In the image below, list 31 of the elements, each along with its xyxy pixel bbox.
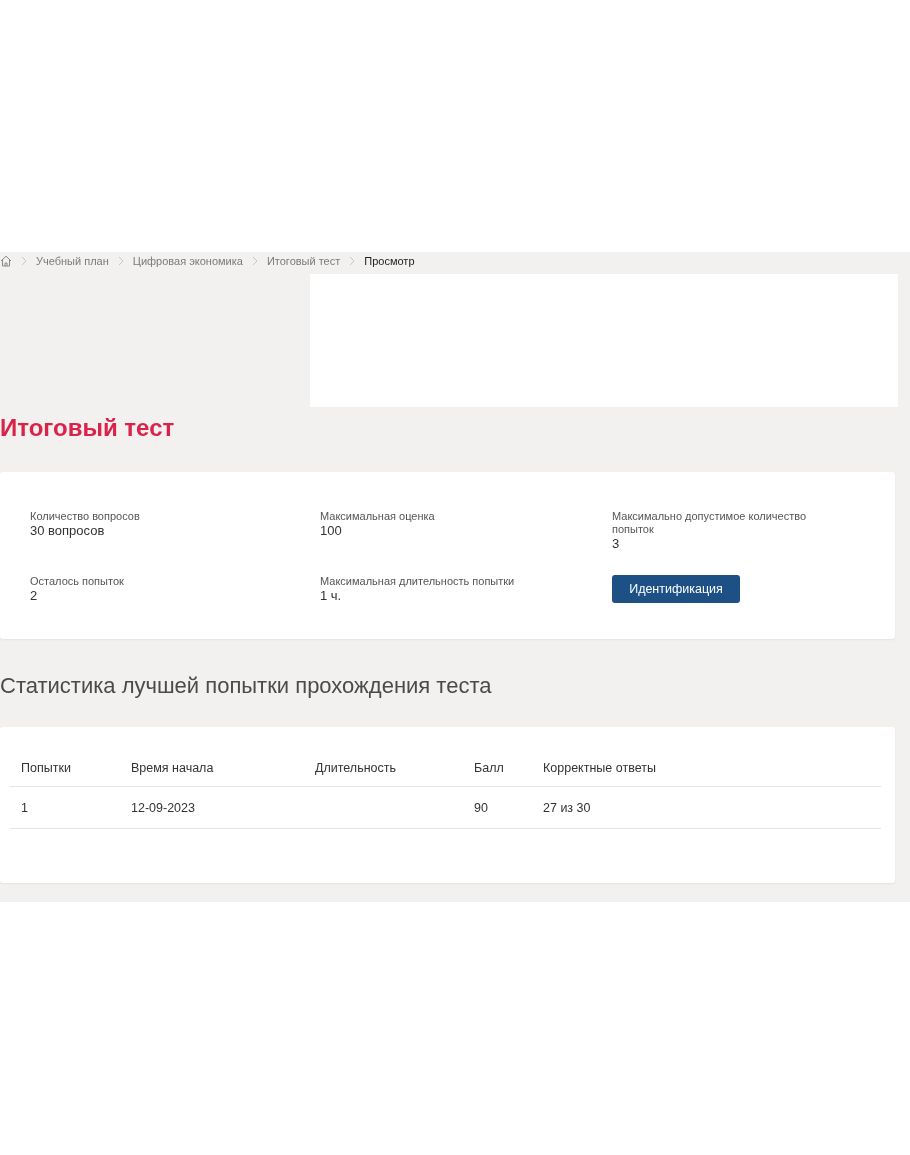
column-header: Корректные ответы — [532, 750, 881, 787]
table-cell: 90 — [463, 786, 532, 829]
field-value: 2 — [30, 588, 38, 604]
table-cell: 1 — [10, 786, 120, 829]
field-value: 3 — [612, 536, 620, 552]
chevron-icon — [251, 255, 258, 266]
field-label: Максимальная оценка — [320, 510, 435, 523]
breadcrumb-link[interactable]: Учебный план — [36, 254, 109, 267]
field-value: 100 — [320, 523, 342, 539]
chevron-icon — [117, 255, 124, 266]
column-header: Длительность — [304, 750, 463, 787]
page-title: Итоговый тест — [0, 413, 176, 443]
chevron-icon — [21, 255, 27, 266]
field-label: Количество вопросов — [30, 510, 140, 523]
column-header: Время начала — [120, 750, 304, 787]
column-header: Балл — [463, 750, 532, 787]
breadcrumb-link[interactable]: Итоговый тест — [266, 254, 341, 267]
identification-button[interactable]: Идентификация — [612, 575, 740, 603]
field-label: Осталось попыток — [30, 575, 124, 588]
chevron-icon — [349, 255, 356, 266]
field-label: Максимально допустимое количество попыток — [612, 510, 808, 536]
column-header: Попытки — [10, 750, 120, 787]
field-value: 1 ч. — [320, 588, 342, 604]
table-cell: 12-09-2023 — [120, 786, 304, 829]
table-cell: 27 из 30 — [532, 786, 881, 829]
field-value: 30 вопросов — [30, 523, 105, 539]
field-label: Максимальная длительность попытки — [320, 575, 515, 588]
breadcrumb-link[interactable]: Просмотр — [364, 254, 415, 267]
home-icon[interactable] — [0, 254, 12, 267]
section-heading: Статистика лучшей попытки прохождения теста — [0, 672, 493, 700]
breadcrumb-link[interactable]: Цифровая экономика — [132, 254, 243, 267]
